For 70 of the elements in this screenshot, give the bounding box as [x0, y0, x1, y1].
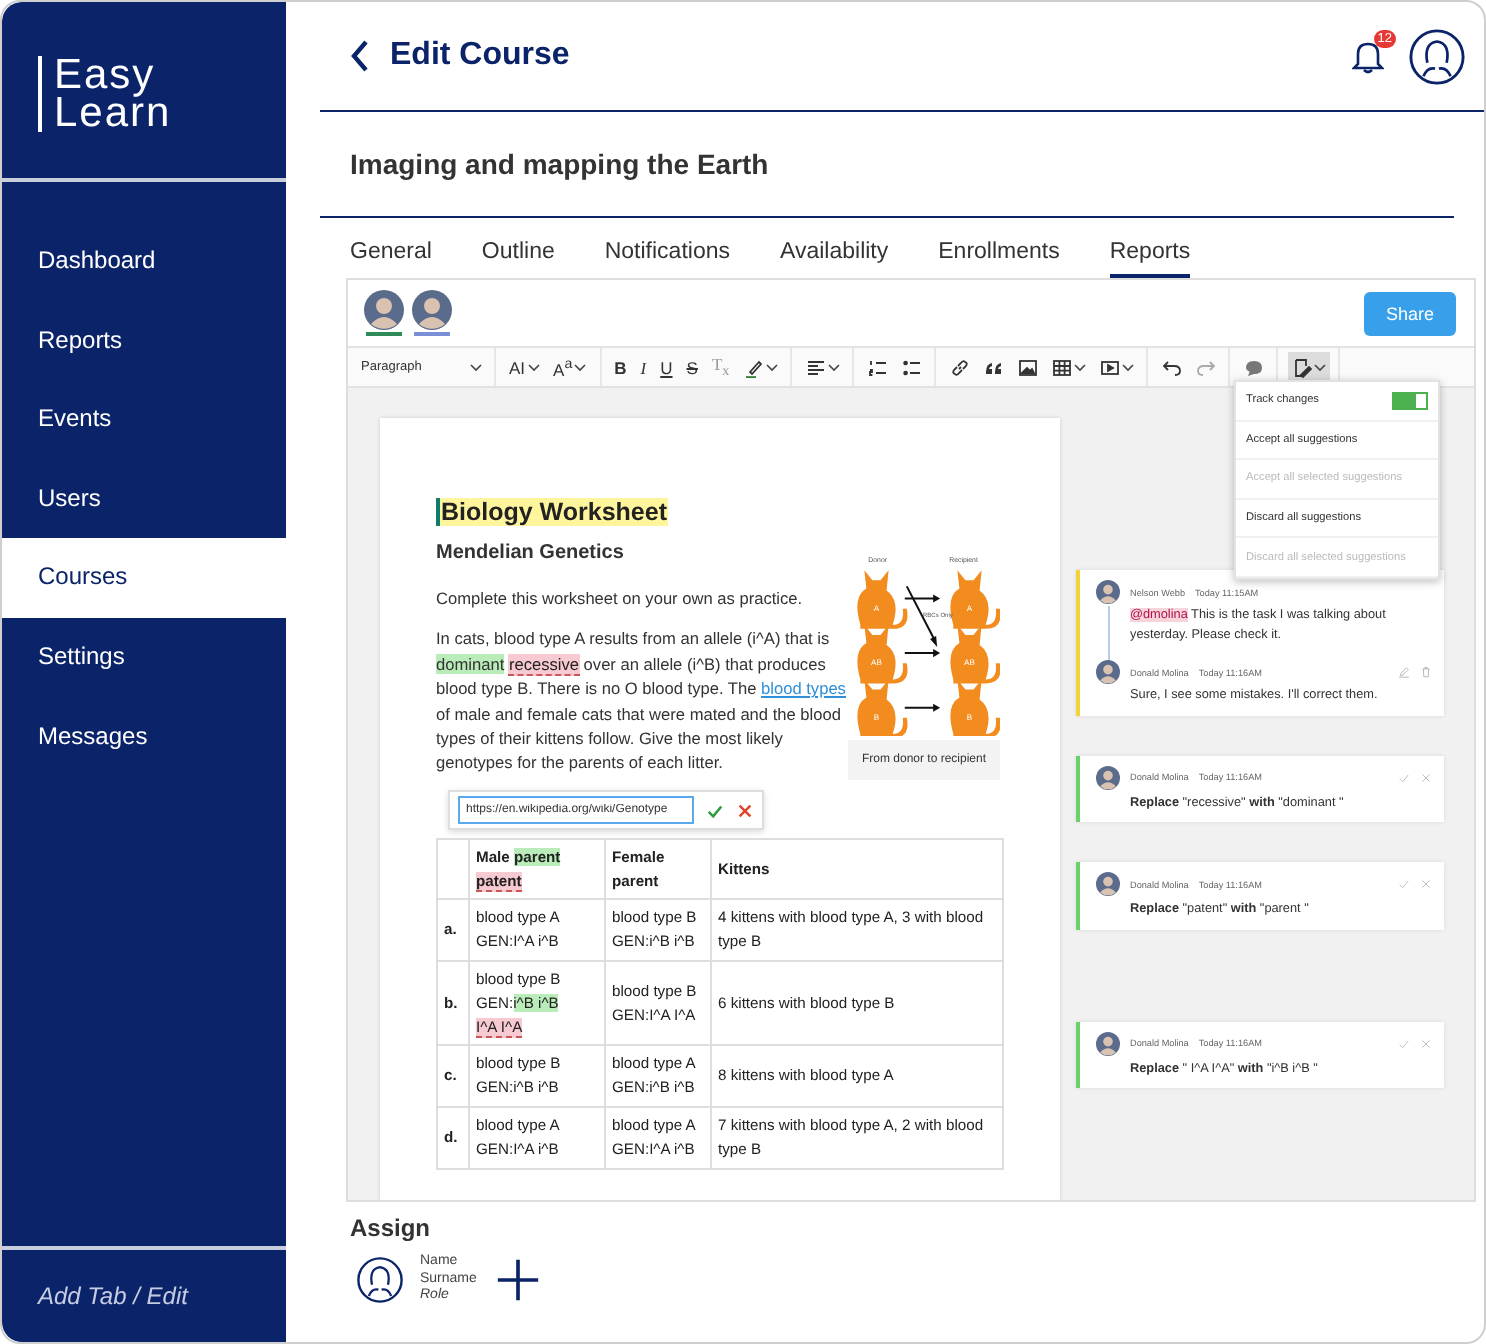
cat-icon: [950, 679, 1000, 736]
check-icon[interactable]: [706, 801, 724, 819]
user-icon[interactable]: [1408, 27, 1466, 85]
nav-item[interactable]: Users: [2, 459, 286, 539]
avatar-icon: [1096, 660, 1120, 684]
back-icon[interactable]: [350, 40, 370, 72]
format-button[interactable]: S: [682, 352, 702, 382]
paragraph: In cats, blood type A results from an allele (i^A) that is dominant recessive over an allele (i^B) that produces blood type B. There is no O blood type. The blood types of male and female cats that were mated and the blood types of their kittens follow. Give the most likely genotypes for the parents of each litter.: [436, 626, 848, 776]
avatar-icon: [364, 290, 404, 330]
toggle-switch[interactable]: [1392, 391, 1428, 410]
tab[interactable]: Reports: [1109, 240, 1191, 278]
logo: Easy Learn: [38, 56, 172, 132]
undo-icon: [1161, 357, 1182, 377]
suggested-deletion: recessive: [508, 653, 579, 676]
arrow: [904, 703, 941, 712]
tab[interactable]: Outline: [481, 240, 555, 278]
format-button[interactable]: U: [656, 352, 677, 382]
check-icon[interactable]: [1398, 878, 1410, 890]
quote-icon: [983, 357, 1004, 377]
marker-icon: [743, 357, 764, 377]
format-button[interactable]: A$^{a}$: [549, 352, 591, 382]
document-subtitle: Mendelian Genetics: [436, 542, 626, 564]
tab[interactable]: Notifications: [604, 240, 730, 278]
check-icon[interactable]: [1398, 1037, 1410, 1049]
cat-icon: [857, 679, 908, 736]
align-icon: [805, 357, 826, 377]
document-edit-icon: [1291, 357, 1312, 377]
tab[interactable]: Availability: [780, 240, 889, 278]
video-icon: [1099, 357, 1120, 377]
section-title: Assign: [350, 1214, 433, 1242]
redo-icon: [1195, 357, 1216, 377]
nav-item[interactable]: Courses: [2, 538, 286, 618]
link[interactable]: blood types: [761, 678, 846, 699]
nav-item[interactable]: Settings: [2, 617, 286, 698]
avatar-icon: [1096, 872, 1120, 896]
close-icon[interactable]: [736, 801, 754, 819]
format-button[interactable]: I: [636, 352, 651, 382]
comment-icon: [1243, 357, 1264, 377]
document-title: Biology Worksheet: [439, 498, 669, 526]
cat-icon: [950, 624, 1000, 684]
nav-item[interactable]: Messages: [2, 697, 286, 777]
cat-icon: [857, 570, 908, 629]
tab[interactable]: Enrollments: [938, 240, 1060, 278]
avatar-icon: [1096, 765, 1120, 789]
link-icon: [949, 357, 970, 377]
table-icon: [1051, 357, 1072, 377]
suggested-insertion: dominant: [436, 653, 505, 674]
nav-item[interactable]: Dashboard: [2, 222, 286, 302]
page-title: Edit Course: [390, 38, 570, 74]
paragraph: Complete this worksheet on your own as practice.: [436, 586, 805, 611]
toolbar-button[interactable]: [1287, 352, 1330, 382]
add-tab-link[interactable]: Add Tab / Edit: [38, 1282, 188, 1310]
avatar-icon: [1096, 1031, 1120, 1055]
numbered-list-icon: [867, 357, 888, 377]
format-button[interactable]: B: [610, 352, 631, 382]
bullet-list-icon: [901, 357, 922, 377]
avatar-icon: [1096, 580, 1120, 604]
cat-icon: [857, 624, 908, 684]
image-icon: [1017, 357, 1038, 377]
avatar-icon: [412, 290, 452, 330]
nav-item[interactable]: Events: [2, 380, 286, 460]
course-title: Imaging and mapping the Earth: [320, 112, 1454, 218]
format-button[interactable]: AI: [505, 352, 544, 382]
check-icon[interactable]: [1398, 771, 1410, 783]
tab[interactable]: General: [350, 240, 432, 278]
user-icon: [356, 1255, 404, 1304]
bell-icon[interactable]: [1352, 38, 1384, 74]
add-icon[interactable]: [496, 1257, 541, 1302]
cat-icon: [950, 570, 1000, 629]
nav-item[interactable]: Reports: [2, 301, 286, 381]
